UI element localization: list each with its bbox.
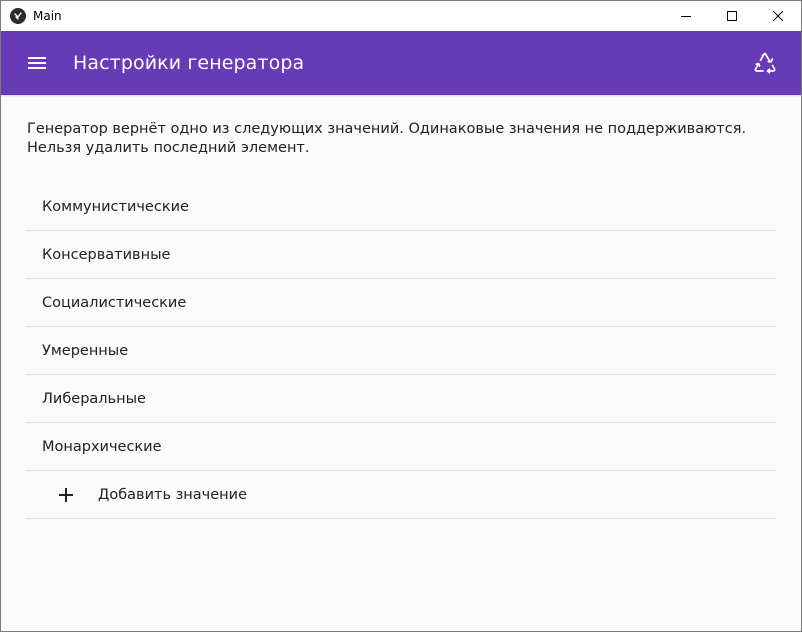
maximize-button[interactable] (709, 1, 755, 31)
kivy-app-icon (10, 8, 26, 24)
list-item-label: Монархические (42, 438, 162, 455)
title-bar[interactable]: Main (1, 1, 801, 31)
close-button[interactable] (755, 1, 801, 31)
list-item[interactable]: Социалистические (26, 279, 776, 327)
menu-button[interactable] (25, 51, 49, 75)
list-item[interactable]: Монархические (26, 423, 776, 471)
close-icon (773, 11, 783, 21)
add-value-button[interactable]: Добавить значение (26, 471, 776, 519)
recycle-icon (754, 52, 776, 74)
window-controls (663, 1, 801, 31)
minimize-button[interactable] (663, 1, 709, 31)
plus-icon (54, 483, 78, 507)
list-item-label: Умеренные (42, 342, 129, 359)
window-title: Main (33, 9, 62, 23)
description-line-1: Генератор вернёт одно из следующих значе… (27, 121, 747, 137)
description-line-2: Нельзя удалить последний элемент. (27, 140, 310, 156)
reset-button[interactable] (753, 51, 777, 75)
hamburger-menu-icon (28, 57, 46, 69)
add-value-label: Добавить значение (98, 486, 247, 503)
list-item[interactable]: Умеренные (26, 327, 776, 375)
minimize-icon (681, 16, 691, 17)
list-item[interactable]: Либеральные (26, 375, 776, 423)
list-item-label: Либеральные (42, 390, 146, 407)
list-item-label: Коммунистические (42, 198, 189, 215)
values-list: Коммунистические Консервативные Социалис… (26, 183, 776, 519)
settings-content: Генератор вернёт одно из следующих значе… (1, 95, 801, 519)
description-text: Генератор вернёт одно из следующих значе… (27, 120, 776, 158)
app-window: Main Настройки генератора Генератор верн… (0, 0, 802, 632)
list-item-label: Социалистические (42, 294, 187, 311)
list-item-label: Консервативные (42, 246, 171, 263)
maximize-icon (727, 11, 737, 21)
list-item[interactable]: Консервативные (26, 231, 776, 279)
list-item[interactable]: Коммунистические (26, 183, 776, 231)
page-title: Настройки генератора (73, 52, 305, 74)
app-bar: Настройки генератора (1, 31, 801, 95)
